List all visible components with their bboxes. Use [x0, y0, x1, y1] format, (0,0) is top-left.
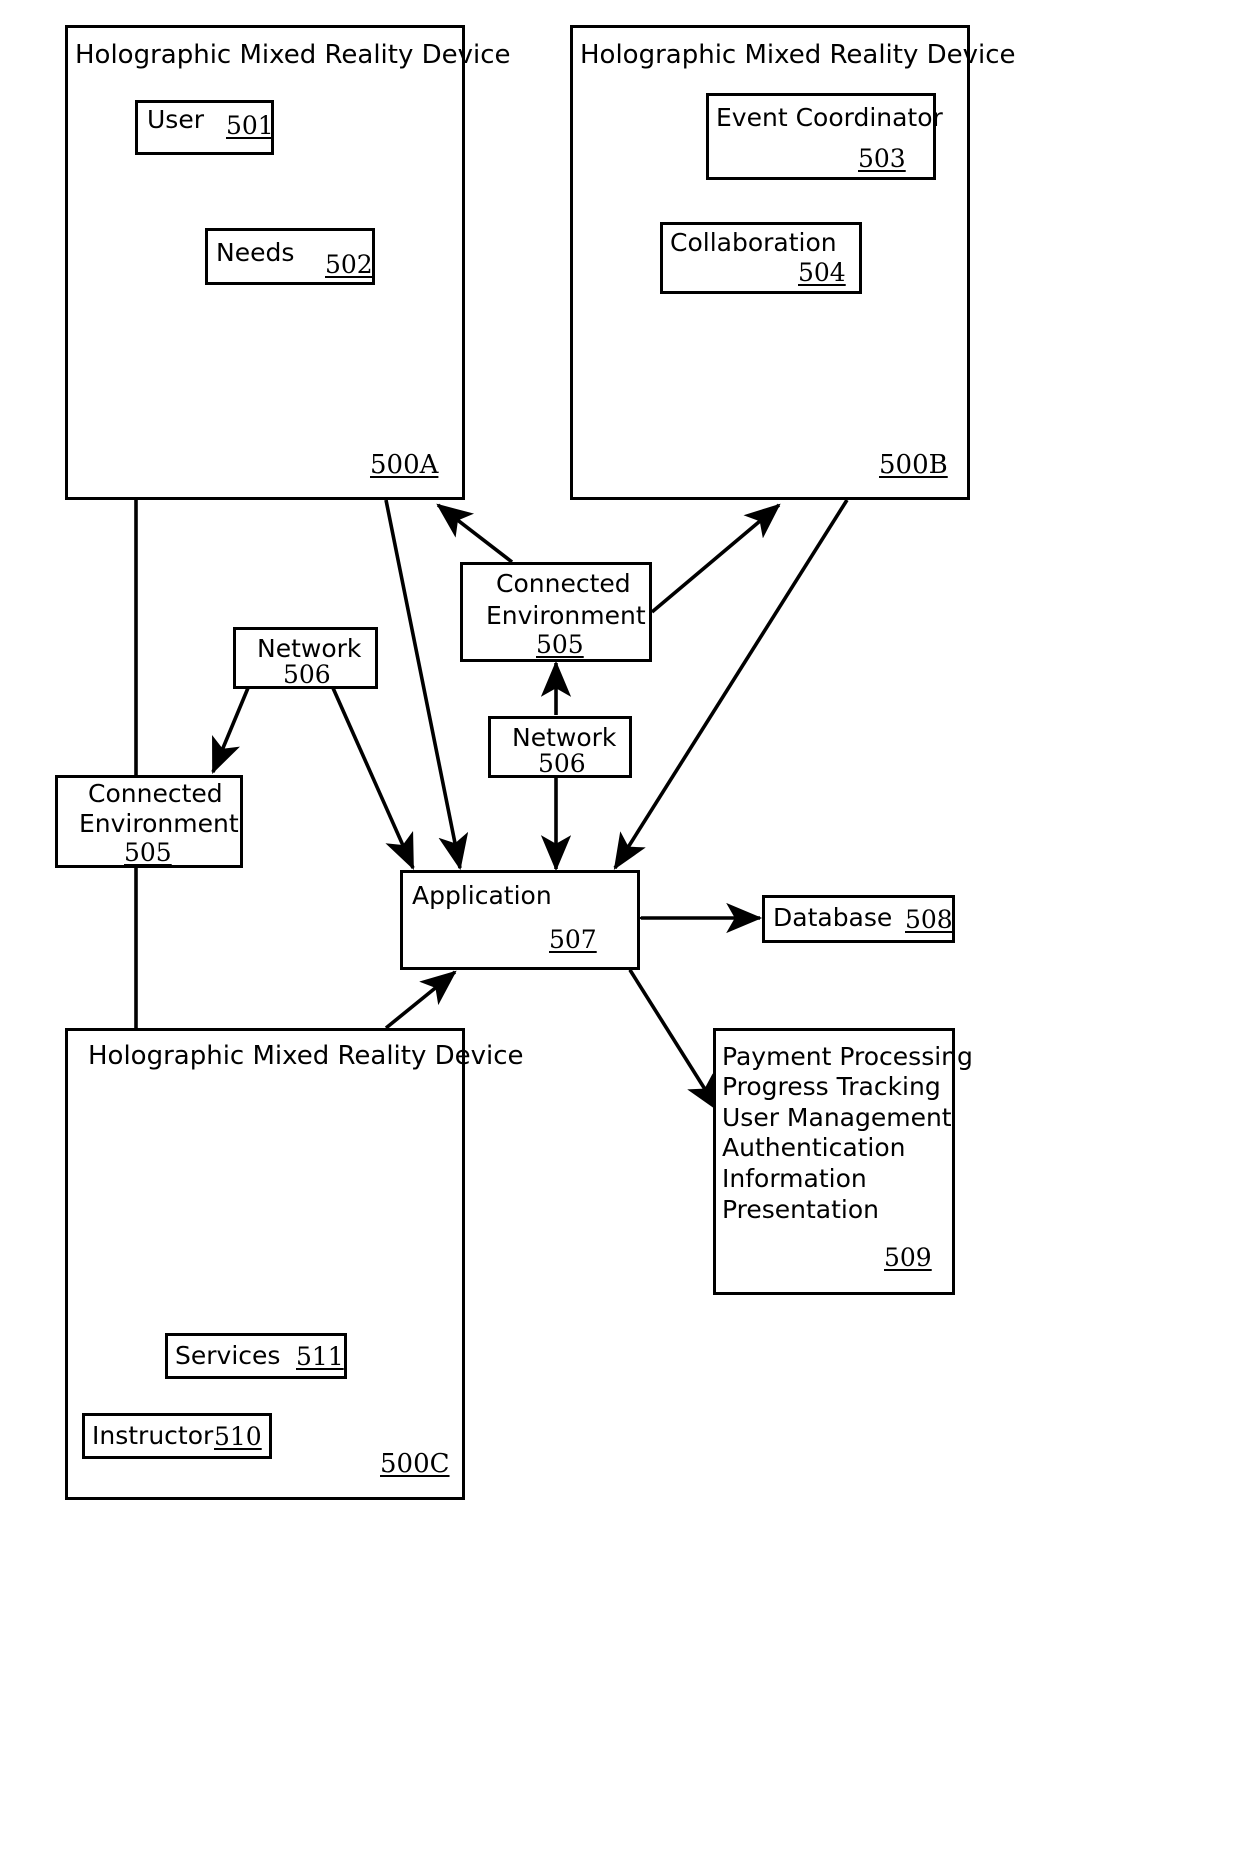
services-511-ref: 511 [296, 1342, 344, 1371]
device-500c-title: Holographic Mixed Reality Device [88, 1041, 524, 1071]
instructor-510-ref: 510 [214, 1422, 262, 1451]
arrow-ce-center-to-500a [436, 503, 514, 564]
collaboration-504-label: Collaboration [670, 228, 837, 257]
services-511-label: Services [175, 1341, 281, 1370]
connected-environment-center-ref: 505 [536, 630, 584, 659]
network-center-ref: 506 [538, 749, 586, 778]
device-500b-title: Holographic Mixed Reality Device [580, 40, 1016, 70]
device-500a-title: Holographic Mixed Reality Device [75, 40, 511, 70]
arrow-network-left-to-application [305, 650, 415, 870]
device-500b-ref: 500B [879, 450, 948, 480]
device-500c-ref: 500C [380, 1449, 450, 1479]
services-509-item-4: Information [722, 1164, 867, 1193]
event-coordinator-503-label: Event Coordinator [716, 103, 943, 132]
connected-environment-left-ref: 505 [124, 838, 172, 867]
event-coordinator-503-ref: 503 [858, 144, 906, 173]
connected-environment-center-line1: Connected [496, 569, 631, 598]
database-508-label: Database [773, 903, 893, 932]
application-507-label: Application [412, 881, 552, 910]
arrow-ce-center-to-500b [650, 503, 781, 614]
services-509-ref: 509 [884, 1243, 932, 1272]
instructor-510-label: Instructor [92, 1421, 214, 1450]
application-507-ref: 507 [549, 925, 597, 954]
arrow-500a-to-application [384, 499, 469, 871]
services-509-item-2: User Management [722, 1103, 952, 1132]
services-509-item-0: Payment Processing [722, 1042, 973, 1071]
user-501-ref: 501 [226, 111, 274, 140]
needs-502-label: Needs [216, 238, 295, 267]
arrow-500c-to-application [384, 970, 457, 1030]
database-508-ref: 508 [905, 905, 953, 934]
arrow-500b-to-application [613, 499, 849, 870]
services-509-item-1: Progress Tracking [722, 1072, 941, 1101]
network-left-ref: 506 [283, 660, 331, 689]
connected-environment-center-line2: Environment [486, 601, 646, 630]
collaboration-504-ref: 504 [798, 258, 846, 287]
arrow-application-to-services-509 [599, 933, 720, 1112]
user-501-label: User [147, 105, 204, 134]
services-509-item-5: Presentation [722, 1195, 880, 1224]
needs-502-ref: 502 [325, 250, 373, 279]
connected-environment-left-line1: Connected [88, 779, 223, 808]
connected-environment-left-line2: Environment [79, 809, 239, 838]
arrow-ce-left-to-network-left [211, 650, 275, 774]
device-500a-ref: 500A [370, 450, 439, 480]
services-509-item-3: Authentication [722, 1133, 906, 1162]
patent-figure: Holographic Mixed Reality Device 500A Us… [0, 0, 1240, 1867]
